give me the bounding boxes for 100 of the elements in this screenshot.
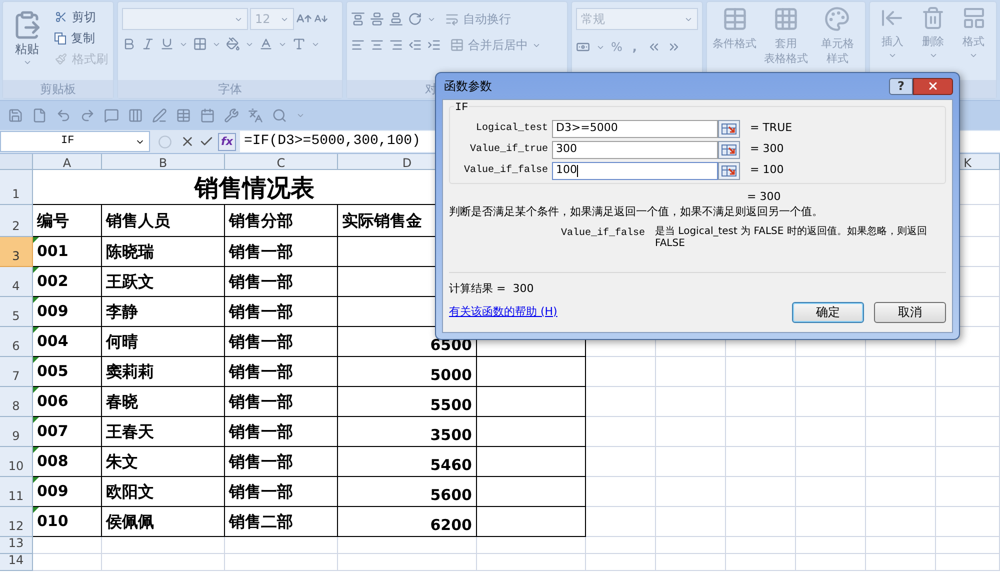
- new-file-icon[interactable]: [32, 108, 47, 123]
- row-header[interactable]: 10: [0, 447, 33, 477]
- select-all-corner[interactable]: [0, 154, 33, 170]
- comment-icon[interactable]: [104, 108, 119, 123]
- help-button[interactable]: ?: [889, 78, 913, 94]
- cell-text: 侯佩佩: [104, 510, 154, 532]
- argument-field[interactable]: 100: [552, 162, 718, 180]
- undo-icon[interactable]: [56, 108, 71, 123]
- phonetic-icon[interactable]: [292, 37, 306, 51]
- grid-cell: [726, 387, 796, 417]
- error-indicator-icon: [33, 267, 39, 273]
- align-center-icon[interactable]: [370, 38, 384, 52]
- cell-text: 销售一部: [228, 240, 293, 262]
- grid-cell: [726, 417, 796, 447]
- font-color-icon[interactable]: [259, 37, 273, 51]
- row-header[interactable]: 8: [0, 387, 33, 417]
- table-icon: [722, 6, 748, 32]
- cell-text: 销售一部: [228, 330, 293, 352]
- cell-text: 陈晓瑞: [105, 240, 154, 262]
- cell-text: 朱文: [104, 450, 138, 472]
- cell-text: 王春天: [105, 420, 154, 442]
- argument-result: = TRUE: [749, 120, 792, 136]
- cell-text: 005: [36, 361, 68, 382]
- help-link[interactable]: 有关该函数的帮助 (H): [449, 304, 558, 320]
- grid-cell: [796, 507, 866, 537]
- column-header[interactable]: B: [102, 154, 225, 170]
- cell-text: 销售一部: [228, 300, 293, 322]
- name-box[interactable]: IF: [0, 131, 150, 152]
- save-icon[interactable]: [8, 108, 23, 123]
- paste-button[interactable]: 粘贴: [7, 6, 47, 80]
- indent-increase-icon[interactable]: [427, 38, 441, 52]
- argument-field[interactable]: D3>=5000: [552, 120, 718, 138]
- orientation-icon[interactable]: [408, 12, 422, 26]
- calendar-icon[interactable]: [200, 108, 215, 123]
- align-middle-icon[interactable]: [370, 12, 384, 26]
- row-header[interactable]: 7: [0, 357, 33, 387]
- grid-cell: [866, 387, 936, 417]
- clipboard-command[interactable]: 复制: [54, 29, 108, 47]
- currency-icon[interactable]: [576, 40, 590, 54]
- grid-cell: [796, 447, 866, 477]
- align-left-icon[interactable]: [351, 38, 365, 52]
- row-header[interactable]: 11: [0, 477, 33, 507]
- align-right-icon[interactable]: [389, 38, 403, 52]
- fill-color-icon[interactable]: [226, 37, 240, 51]
- collapse-button[interactable]: [718, 140, 740, 158]
- columns-icon[interactable]: [128, 108, 143, 123]
- grid-cell: [796, 477, 866, 507]
- table-icon[interactable]: [176, 108, 191, 123]
- translate-icon[interactable]: [248, 108, 263, 123]
- copy-icon: [54, 32, 67, 44]
- argument-field[interactable]: 300: [552, 140, 718, 158]
- border-icon[interactable]: [193, 37, 207, 51]
- indent-decrease-icon[interactable]: [408, 38, 422, 52]
- cell-text: 何晴: [104, 330, 138, 352]
- grid-cell: [33, 537, 102, 554]
- row-header[interactable]: 2: [0, 205, 33, 237]
- error-indicator-icon: [33, 237, 39, 243]
- close-icon: [927, 80, 939, 92]
- bold-icon[interactable]: [122, 37, 136, 51]
- row-header[interactable]: 14: [0, 554, 33, 571]
- circle-icon[interactable]: [158, 134, 172, 148]
- cell-text: 6200: [430, 515, 473, 536]
- grid-cell: [726, 447, 796, 477]
- wrench-icon[interactable]: [224, 108, 239, 123]
- row-header[interactable]: 4: [0, 267, 33, 297]
- align-bottom-icon[interactable]: [389, 12, 403, 26]
- grid-cell: [586, 357, 656, 387]
- row-header[interactable]: 5: [0, 297, 33, 327]
- search-icon[interactable]: [272, 108, 287, 123]
- dialog-title: 函数参数: [443, 78, 492, 95]
- collapse-button[interactable]: [718, 120, 740, 138]
- insert-function-button[interactable]: fx: [218, 132, 236, 150]
- row-header[interactable]: 3: [0, 237, 33, 267]
- cancel-icon[interactable]: [180, 134, 195, 149]
- clipboard-command[interactable]: 剪切: [54, 8, 108, 26]
- grid-cell: [866, 507, 936, 537]
- row-header[interactable]: 12: [0, 507, 33, 537]
- redo-icon[interactable]: [80, 108, 95, 123]
- dialog-button[interactable]: 确定: [792, 302, 864, 322]
- cell-text: 001: [36, 241, 68, 262]
- row-header[interactable]: 13: [0, 537, 33, 554]
- close-button[interactable]: [913, 78, 953, 94]
- column-header[interactable]: A: [33, 154, 102, 170]
- underline-icon[interactable]: [160, 37, 174, 51]
- pen-icon[interactable]: [152, 108, 167, 123]
- formula-result: = 300: [746, 189, 782, 205]
- align-top-icon[interactable]: [351, 12, 365, 26]
- row-header[interactable]: 6: [0, 327, 33, 357]
- grid-cell: [726, 357, 796, 387]
- row-header[interactable]: 1: [0, 170, 33, 205]
- italic-icon[interactable]: [141, 37, 155, 51]
- collapse-button[interactable]: [718, 162, 740, 180]
- dialog-button[interactable]: 取消: [874, 302, 946, 322]
- cell-text: 5600: [430, 485, 473, 506]
- cell-text: 006: [36, 391, 68, 412]
- font-name-field[interactable]: [122, 8, 248, 30]
- row-header[interactable]: 9: [0, 417, 33, 447]
- column-header[interactable]: C: [225, 154, 338, 170]
- header-text: 编号: [36, 210, 69, 232]
- cell-text: 3500: [430, 425, 473, 446]
